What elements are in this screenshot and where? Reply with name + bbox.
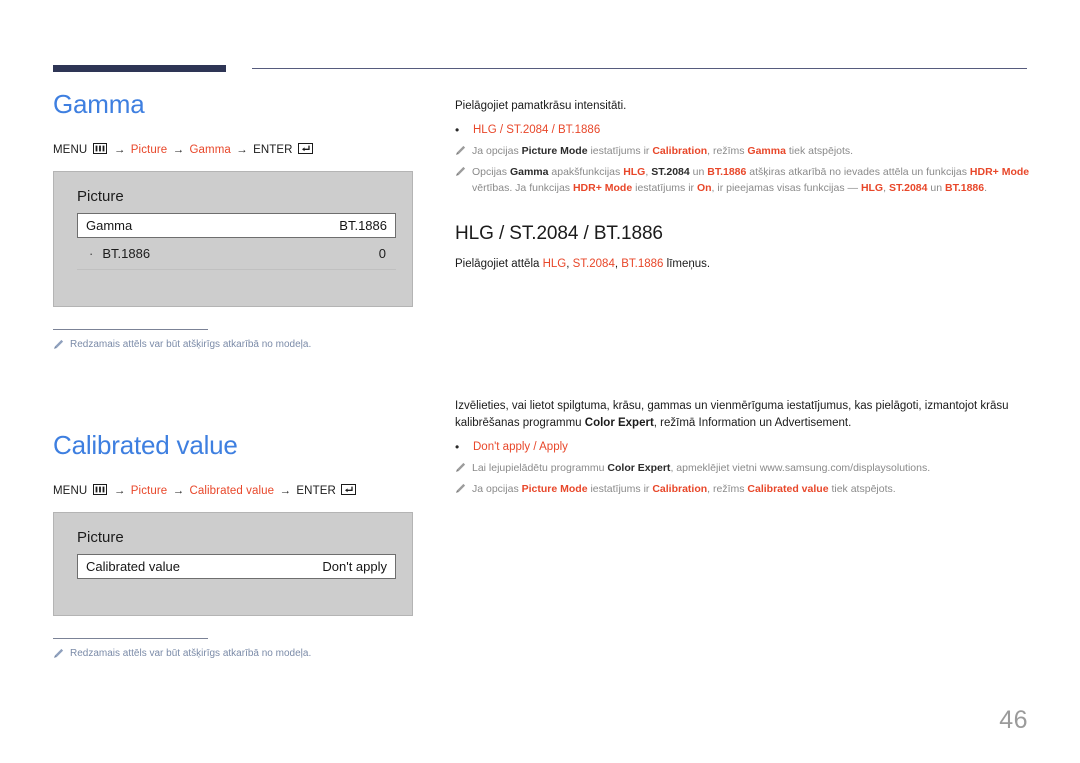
left-column: Gamma MENU → Picture → Gamma → ENTER Pic… — [53, 90, 413, 663]
pencil-icon — [53, 339, 64, 355]
osd-spacer — [68, 579, 398, 599]
osd-row-label: Calibrated value — [86, 558, 180, 574]
pencil-icon — [455, 166, 466, 197]
page-number: 46 — [999, 706, 1028, 734]
enter-label: ENTER — [253, 143, 293, 156]
header-accent-bar — [53, 65, 226, 72]
path-step-calibrated-value[interactable]: Calibrated value — [189, 485, 274, 497]
page-title-calibrated-value: Calibrated value — [53, 430, 238, 461]
enter-return-icon — [341, 483, 357, 498]
osd-title: Picture — [77, 528, 124, 546]
footnote-block-calibrated-value: Redzamais attēls var būt atšķirīgs atkar… — [53, 637, 413, 664]
menu-grid-icon — [92, 483, 107, 498]
header-rule-line — [252, 68, 1027, 69]
osd-panel-gamma: Picture Gamma BT.1886 BT.1886 0 — [53, 170, 413, 307]
right-block-calibrated-value: Izvēlieties, vai lietot spilgtuma, krāsu… — [455, 398, 1030, 500]
footnote-text: Redzamais attēls var būt atšķirīgs atkar… — [70, 647, 312, 659]
menu-path-gamma: MENU → Picture → Gamma → ENTER — [53, 142, 413, 157]
note-text: Ja opcijas Picture Mode iestatījums ir C… — [472, 482, 896, 495]
footnote-rule — [53, 328, 208, 330]
gamma-note-2: Opcijas Gamma apakšfunkcijas HLG, ST.208… — [455, 165, 1030, 197]
enter-return-icon — [297, 142, 313, 157]
path-step-picture[interactable]: Picture — [131, 144, 168, 156]
calibrated-bullet-text: Don't apply / Apply — [473, 441, 568, 454]
calibrated-intro: Izvēlieties, vai lietot spilgtuma, krāsu… — [455, 399, 1009, 429]
calibrated-note-1: Lai lejupielādētu programmu Color Expert… — [455, 461, 1030, 479]
menu-path-calibrated-value: MENU → Picture → Calibrated value → ENTE… — [53, 483, 413, 498]
footnote-calibrated-value: Redzamais attēls var būt atšķirīgs atkar… — [53, 647, 413, 664]
bullet-dot-icon: • — [455, 123, 460, 138]
pencil-icon — [455, 483, 466, 500]
osd-subrow-value: 0 — [378, 245, 386, 261]
osd-subrow-label: BT.1886 — [89, 246, 150, 261]
section-gamma: Gamma MENU → Picture → Gamma → ENTER Pic… — [53, 90, 413, 354]
path-arrow-3: → — [279, 484, 292, 497]
gamma-bullet-text: HLG / ST.2084 / BT.1886 — [473, 124, 601, 137]
calibrated-note-2: Ja opcijas Picture Mode iestatījums ir C… — [455, 482, 1030, 500]
pencil-icon — [53, 648, 64, 664]
footnote-text: Redzamais attēls var būt atšķirīgs atkar… — [70, 338, 312, 350]
calibrated-bullet-item: • Don't apply / Apply — [455, 439, 1030, 456]
footnote-block-gamma: Redzamais attēls var būt atšķirīgs atkar… — [53, 328, 413, 355]
footnote-rule — [53, 637, 208, 639]
path-step-picture[interactable]: Picture — [131, 485, 168, 497]
menu-label: MENU — [53, 484, 88, 497]
page-title-gamma: Gamma — [53, 89, 145, 119]
right-column: Pielāgojiet pamatkrāsu intensitāti. • HL… — [455, 98, 1030, 503]
path-arrow-3: → — [236, 143, 248, 156]
osd-spacer — [68, 270, 398, 290]
section-calibrated-value: Calibrated value MENU → Picture → Calibr… — [53, 431, 413, 663]
path-arrow-2: → — [172, 143, 185, 156]
note-text: Ja opcijas Picture Mode iestatījums ir C… — [472, 144, 854, 157]
menu-grid-icon — [92, 142, 107, 157]
subsection-title-hlg-st2084-bt1886: HLG / ST.2084 / BT.1886 — [455, 222, 663, 244]
gamma-intro: Pielāgojiet pamatkrāsu intensitāti. — [455, 100, 627, 112]
enter-label: ENTER — [296, 484, 336, 497]
osd-row-value: Don't apply — [322, 558, 387, 574]
bullet-dot-icon: • — [455, 440, 460, 455]
pencil-icon — [455, 145, 466, 162]
pencil-icon — [455, 462, 466, 479]
osd-panel-calibrated-value: Picture Calibrated value Don't apply — [53, 511, 413, 616]
osd-row-gamma[interactable]: Gamma BT.1886 — [77, 212, 396, 238]
osd-subrow-bt1886[interactable]: BT.1886 0 — [77, 238, 396, 270]
gamma-bullet-item: • HLG / ST.2084 / BT.1886 — [455, 122, 1030, 139]
path-step-gamma[interactable]: Gamma — [189, 144, 230, 156]
osd-row-label: Gamma — [86, 217, 133, 233]
note-text: Lai lejupielādētu programmu Color Expert… — [472, 461, 931, 474]
path-arrow-2: → — [172, 484, 185, 497]
footnote-gamma: Redzamais attēls var būt atšķirīgs atkar… — [53, 338, 413, 355]
path-arrow-1: → — [113, 484, 126, 497]
osd-title: Picture — [77, 187, 124, 205]
osd-row-value: BT.1886 — [339, 217, 387, 233]
menu-label: MENU — [53, 143, 88, 156]
subsection-description: Pielāgojiet attēla HLG, ST.2084, BT.1886… — [455, 257, 711, 270]
osd-row-calibrated-value[interactable]: Calibrated value Don't apply — [77, 553, 396, 579]
manual-page: Gamma MENU → Picture → Gamma → ENTER Pic… — [0, 0, 1080, 763]
path-arrow-1: → — [113, 143, 126, 156]
note-text: Opcijas Gamma apakšfunkcijas HLG, ST.208… — [472, 165, 1030, 194]
gamma-note-1: Ja opcijas Picture Mode iestatījums ir C… — [455, 144, 1030, 162]
